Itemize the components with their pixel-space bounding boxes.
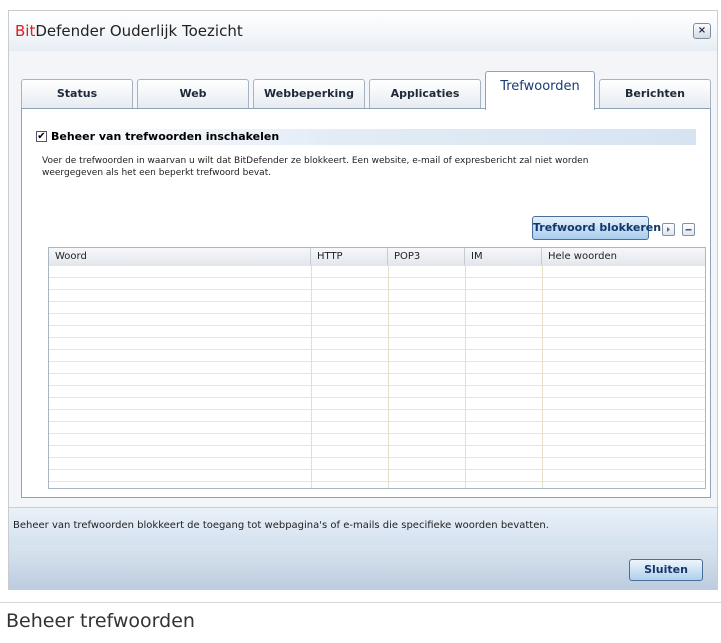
column-divider xyxy=(388,265,389,488)
column-header-pop3[interactable]: POP3 xyxy=(388,248,465,265)
column-header-hele-woorden[interactable]: Hele woorden xyxy=(542,248,705,265)
table-header: Woord HTTP POP3 IM Hele woorden xyxy=(49,248,705,266)
column-header-im[interactable]: IM xyxy=(465,248,542,265)
tab-web[interactable]: Web xyxy=(137,79,249,109)
section-description: Voer de trefwoorden in waarvan u wilt da… xyxy=(42,156,589,178)
table-body xyxy=(49,265,705,488)
column-divider xyxy=(465,265,466,488)
caption-divider xyxy=(0,602,721,603)
tab-webbeperking[interactable]: Webbeperking xyxy=(253,79,365,109)
status-text: Beheer van trefwoorden blokkeert de toeg… xyxy=(13,520,549,531)
brand-bit: Bit xyxy=(15,22,36,40)
column-header-http[interactable]: HTTP xyxy=(311,248,388,265)
keywords-panel: ✔ Beheer van trefwoorden inschakelen Voe… xyxy=(21,108,711,498)
window-title-text: Defender Ouderlijk Toezicht xyxy=(35,22,243,40)
enable-keywords-checkbox[interactable]: ✔ xyxy=(36,131,47,142)
footer-bar: Sluiten xyxy=(9,545,717,589)
play-icon[interactable] xyxy=(662,223,675,236)
tab-applicaties[interactable]: Applicaties xyxy=(369,79,481,109)
column-divider xyxy=(542,265,543,488)
column-header-woord[interactable]: Woord xyxy=(49,248,311,265)
enable-keywords-label: Beheer van trefwoorden inschakelen xyxy=(51,130,280,143)
minus-icon[interactable] xyxy=(682,223,695,236)
parental-control-window: BitDefender Ouderlijk Toezicht × Status … xyxy=(8,10,718,590)
tab-status[interactable]: Status xyxy=(21,79,133,109)
status-bar: Beheer van trefwoorden blokkeert de toeg… xyxy=(9,507,717,546)
keywords-table[interactable]: Woord HTTP POP3 IM Hele woorden xyxy=(48,247,706,489)
tab-berichten[interactable]: Berichten xyxy=(599,79,711,109)
figure-caption: Beheer trefwoorden xyxy=(6,610,195,632)
tab-trefwoorden[interactable]: Trefwoorden xyxy=(485,71,595,110)
column-divider xyxy=(311,265,312,488)
window-title: BitDefender Ouderlijk Toezicht xyxy=(15,22,243,40)
close-icon[interactable]: × xyxy=(693,23,711,39)
title-bar: BitDefender Ouderlijk Toezicht × xyxy=(9,11,717,51)
block-keyword-button[interactable]: Trefwoord blokkeren xyxy=(532,216,661,240)
section-header: ✔ Beheer van trefwoorden inschakelen xyxy=(36,129,696,145)
close-button[interactable]: Sluiten xyxy=(629,559,703,581)
